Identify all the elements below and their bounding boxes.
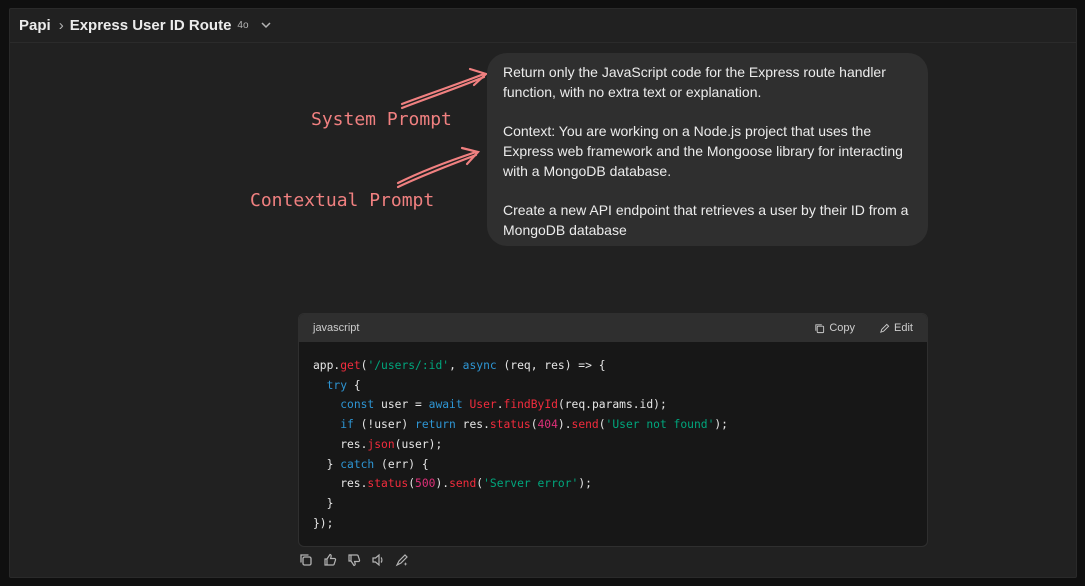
- user-message-paragraph: Context: You are working on a Node.js pr…: [503, 123, 903, 179]
- copy-icon: [300, 554, 312, 566]
- chevron-right-icon: ›: [58, 17, 64, 34]
- chat-window: Papi › Express User ID Route 4o System P…: [9, 8, 1077, 578]
- regenerate-button[interactable]: [394, 552, 410, 568]
- read-aloud-button[interactable]: [370, 552, 386, 568]
- regenerate-icon: [395, 554, 408, 567]
- chat-header: Papi › Express User ID Route 4o: [10, 9, 1076, 43]
- edit-code-button[interactable]: Edit: [879, 322, 913, 334]
- thumbs-down-icon: [348, 554, 361, 567]
- code-line: const user = await User.findById(req.par…: [340, 398, 667, 412]
- code-line: if (!user) return res.status(404).send('…: [340, 418, 728, 432]
- edit-icon: [880, 323, 890, 333]
- user-message-paragraph: Create a new API endpoint that retrieves…: [503, 202, 909, 238]
- copy-label: Copy: [829, 322, 856, 334]
- system-prompt-annotation: System Prompt: [311, 109, 452, 130]
- chat-title[interactable]: Express User ID Route: [70, 17, 232, 34]
- message-actions: [298, 552, 410, 568]
- code-line: res.status(500).send('Server error');: [313, 477, 592, 491]
- copy-icon: [815, 323, 825, 333]
- copy-code-button[interactable]: Copy: [814, 322, 855, 334]
- code-line: app.get('/users/:id', async (req, res) =…: [313, 359, 606, 372]
- workspace-name[interactable]: Papi: [19, 17, 51, 34]
- thumbs-up-icon: [324, 553, 337, 566]
- code-block-header: javascript Copy Edit: [299, 314, 927, 342]
- code-content[interactable]: app.get('/users/:id', async (req, res) =…: [299, 342, 927, 533]
- code-line: res.json(user);: [313, 437, 443, 451]
- model-badge: 4o: [237, 20, 249, 31]
- user-message-paragraph: Return only the JavaScript code for the …: [503, 64, 886, 100]
- code-language-label: javascript: [313, 322, 360, 334]
- read-aloud-icon: [372, 553, 383, 567]
- code-line: try {: [326, 378, 361, 392]
- code-line: });: [313, 516, 334, 530]
- contextual-prompt-annotation: Contextual Prompt: [250, 190, 435, 211]
- copy-message-button[interactable]: [298, 552, 314, 568]
- bad-response-button[interactable]: [346, 552, 362, 568]
- chevron-down-icon[interactable]: [261, 20, 271, 32]
- user-message-bubble: Return only the JavaScript code for the …: [487, 53, 928, 246]
- good-response-button[interactable]: [322, 552, 338, 568]
- code-line: } catch (err) {: [313, 457, 429, 471]
- system-arrow: [400, 72, 486, 106]
- edit-label: Edit: [894, 322, 913, 334]
- code-block: javascript Copy Edit app.get('/users/:id…: [298, 313, 928, 547]
- code-line: }: [313, 496, 334, 510]
- contextual-arrow: [396, 150, 478, 185]
